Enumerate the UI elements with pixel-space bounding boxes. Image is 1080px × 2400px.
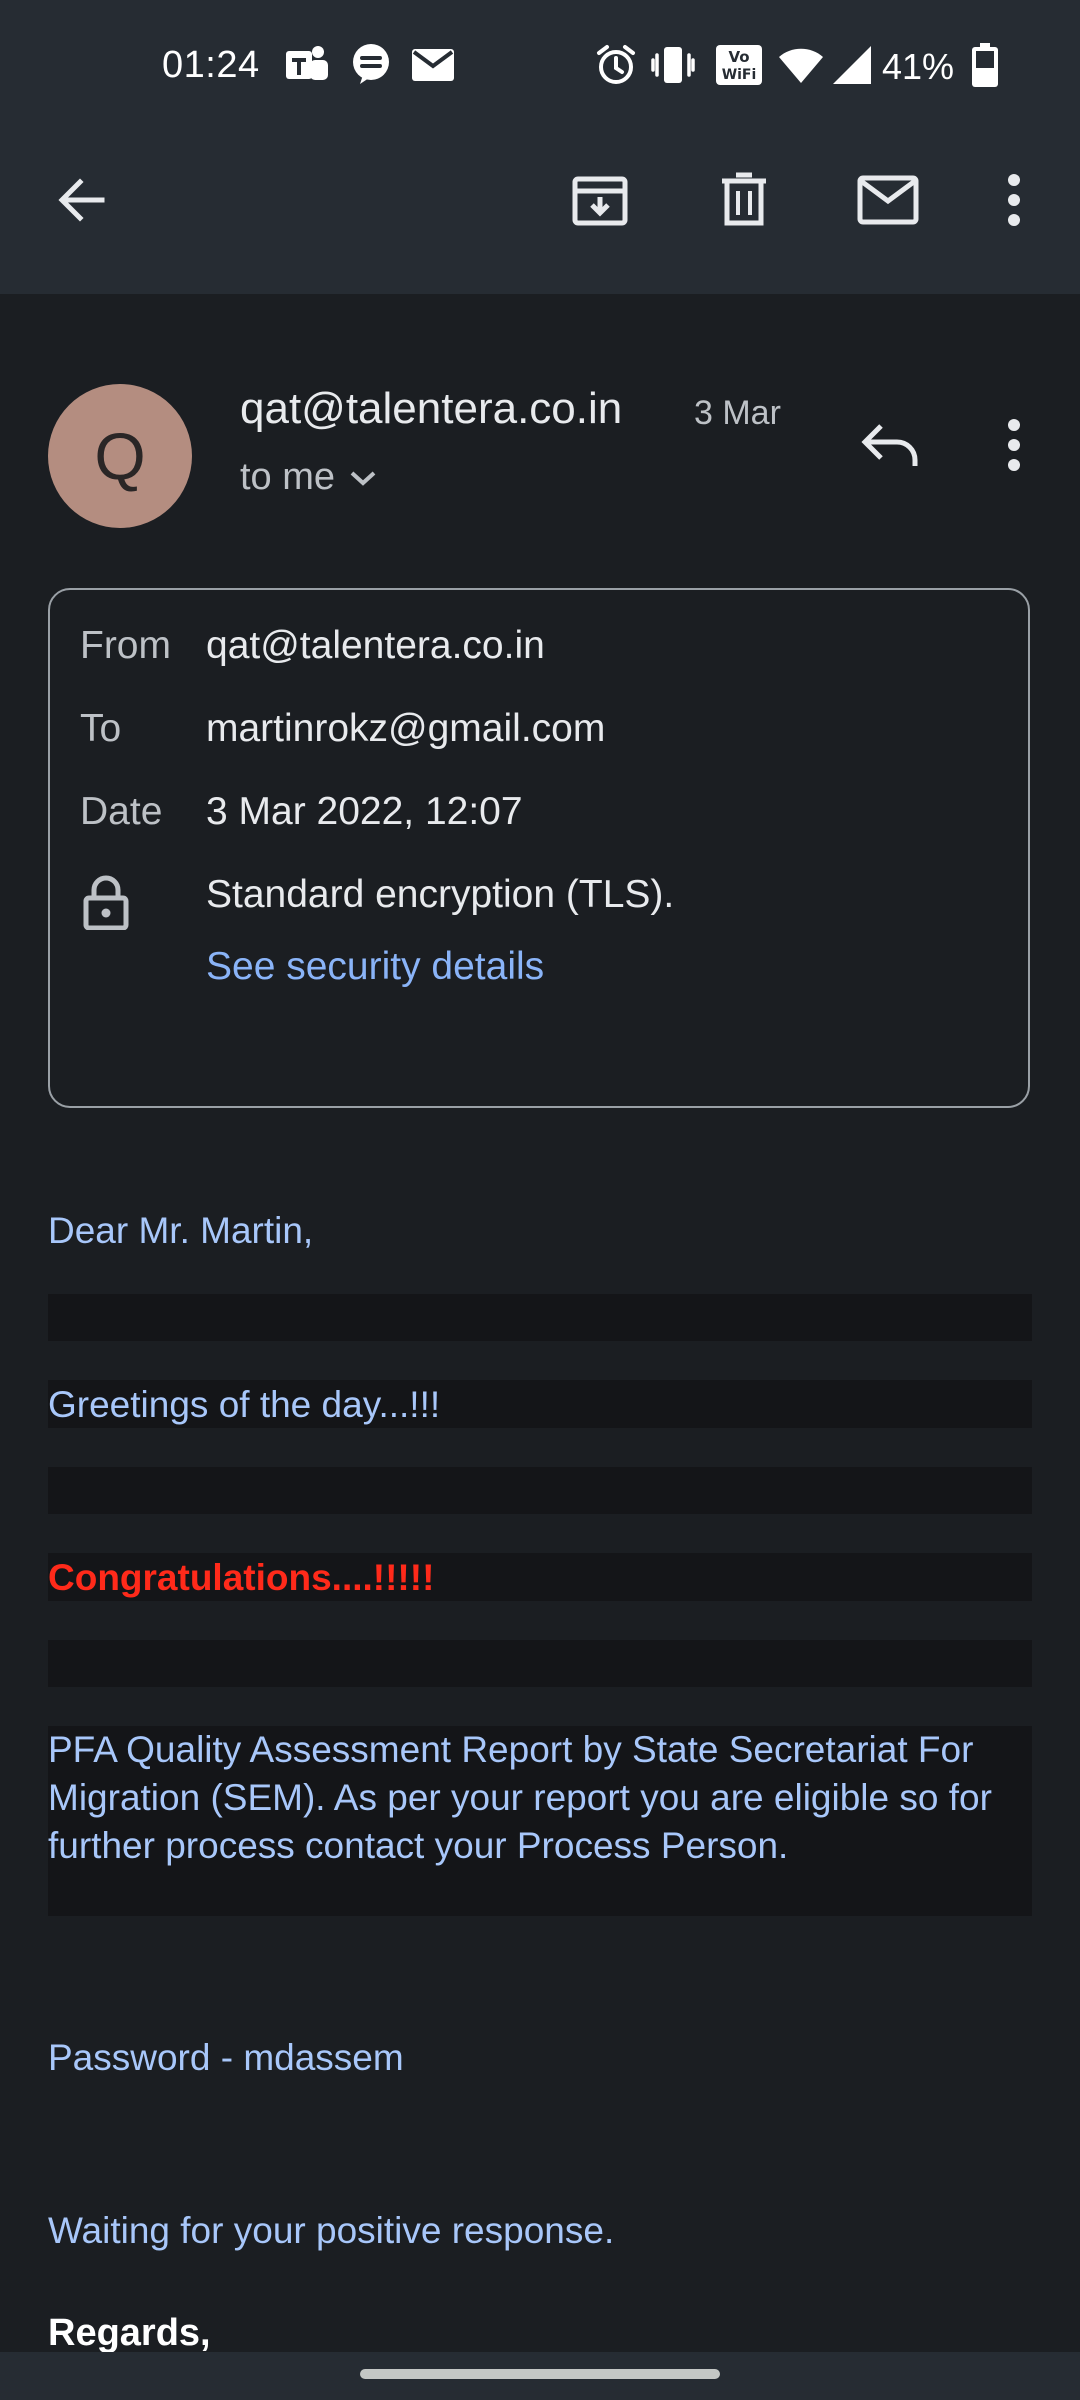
security-details-link[interactable]: See security details [206,945,544,989]
more-vert-icon [1008,419,1020,471]
date-value: 3 Mar 2022, 12:07 [206,790,523,833]
mark-unread-button[interactable] [848,160,928,240]
date-label: Date [80,790,163,833]
message-more-button[interactable] [974,400,1054,490]
back-button[interactable] [42,160,122,240]
body-regards: Regards, [48,2312,211,2354]
from-value: qat@talentera.co.in [206,624,545,667]
body-congratulations: Congratulations....!!!!! [48,1557,435,1598]
teams-icon [282,40,332,90]
more-vert-icon [1008,174,1020,226]
blank-line-band [48,1294,1032,1341]
to-value: martinrokz@gmail.com [206,707,606,750]
sender-address: qat@talentera.co.in [240,384,623,433]
svg-text:Vo: Vo [728,48,749,66]
received-date: 3 Mar [694,394,781,432]
body-greeting: Dear Mr. Martin, [48,1210,314,1251]
battery-icon [960,40,1010,90]
reply-icon [861,424,918,466]
body-paragraph-band: PFA Quality Assessment Report by State S… [48,1726,1032,1916]
greetings-line-band: Greetings of the day...!!! [48,1380,1032,1428]
chevron-up-icon [350,471,376,486]
more-options-button[interactable] [974,160,1054,240]
status-bar: 01:24 Vo WiFi 41% [0,0,1080,140]
gesture-handle[interactable] [360,2369,720,2379]
congrats-line-band: Congratulations....!!!!! [48,1553,1032,1601]
from-label: From [80,624,171,667]
archive-icon [572,176,628,226]
vibrate-icon [648,40,698,90]
back-arrow-icon [58,178,105,222]
archive-button[interactable] [560,160,640,240]
lock-icon [83,875,129,930]
battery-percent: 41% [882,46,955,87]
hush-icon [346,40,396,90]
blank-line-band [48,1467,1032,1514]
signal-icon [826,40,876,90]
delete-button[interactable] [704,160,784,240]
mail-notification-icon [408,40,458,90]
reply-button[interactable] [846,400,936,490]
avatar-letter: Q [94,419,146,493]
recipient-details-toggle[interactable]: to me [240,456,377,499]
to-label: To [80,707,122,750]
message-details-panel: From qat@talentera.co.in To martinrokz@g… [48,588,1030,1108]
svg-text:WiFi: WiFi [722,67,757,83]
blank-line-band [48,1640,1032,1687]
vowifi-icon: Vo WiFi [714,40,764,90]
status-time: 01:24 [162,44,260,86]
delete-icon [722,172,766,226]
body-greetings-line: Greetings of the day...!!! [48,1384,441,1425]
wifi-icon [776,40,826,90]
alarm-icon [591,40,641,90]
body-paragraph: PFA Quality Assessment Report by State S… [48,1729,992,1866]
body-password: Password - mdassem [48,2037,404,2078]
mail-icon [857,175,919,225]
recipient-summary: to me [240,456,336,498]
sender-avatar[interactable]: Q [48,384,192,528]
encryption-status: Standard encryption (TLS). [206,873,675,916]
email-screen: 01:24 Vo WiFi 41% Q qat@talentera.co.in … [0,0,1080,2400]
body-waiting: Waiting for your positive response. [48,2210,615,2251]
